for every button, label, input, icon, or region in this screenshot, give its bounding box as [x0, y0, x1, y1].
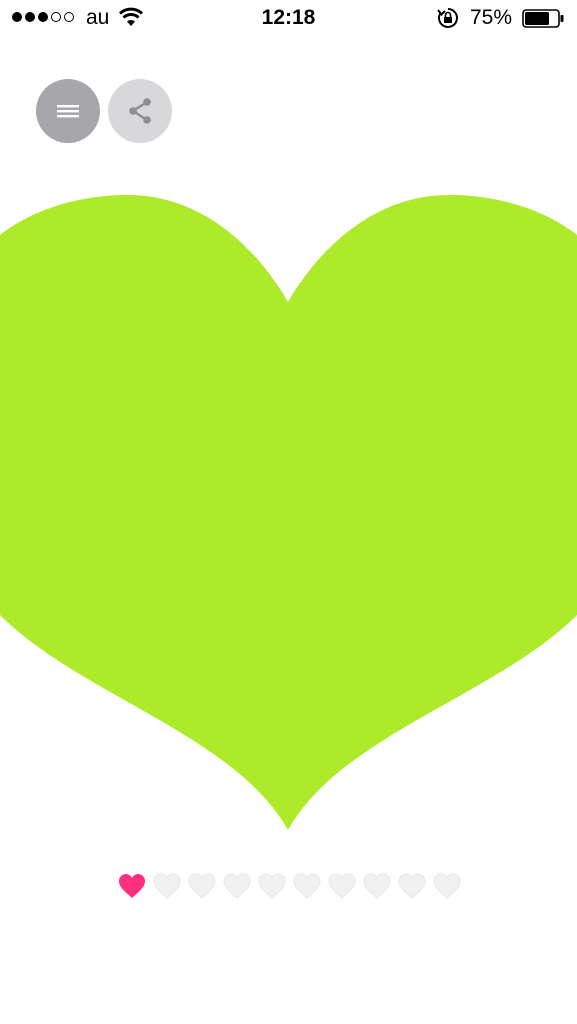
- large-heart-image[interactable]: [0, 190, 577, 830]
- page-dot-active-heart-icon[interactable]: [117, 872, 147, 900]
- page-dot-heart-icon[interactable]: [187, 872, 217, 900]
- menu-button[interactable]: [36, 79, 100, 143]
- status-bar: au 12:18 75%: [0, 0, 577, 38]
- page-dot-heart-icon[interactable]: [327, 872, 357, 900]
- page-dot-heart-icon[interactable]: [362, 872, 392, 900]
- rotation-lock-icon: [437, 8, 458, 28]
- page-dot-heart-icon[interactable]: [397, 872, 427, 900]
- battery-percent: 75%: [470, 6, 513, 29]
- page-indicator: [117, 872, 462, 900]
- page-dot-heart-icon[interactable]: [257, 872, 287, 900]
- hamburger-icon: [57, 105, 79, 118]
- page-dot-heart-icon[interactable]: [432, 872, 462, 900]
- heart-shape: [0, 195, 577, 830]
- page-dot-heart-icon[interactable]: [222, 872, 252, 900]
- page-dot-heart-icon[interactable]: [292, 872, 322, 900]
- share-button[interactable]: [108, 79, 172, 143]
- share-icon: [129, 98, 151, 124]
- page-dot-heart-icon[interactable]: [152, 872, 182, 900]
- battery-icon: [522, 9, 564, 28]
